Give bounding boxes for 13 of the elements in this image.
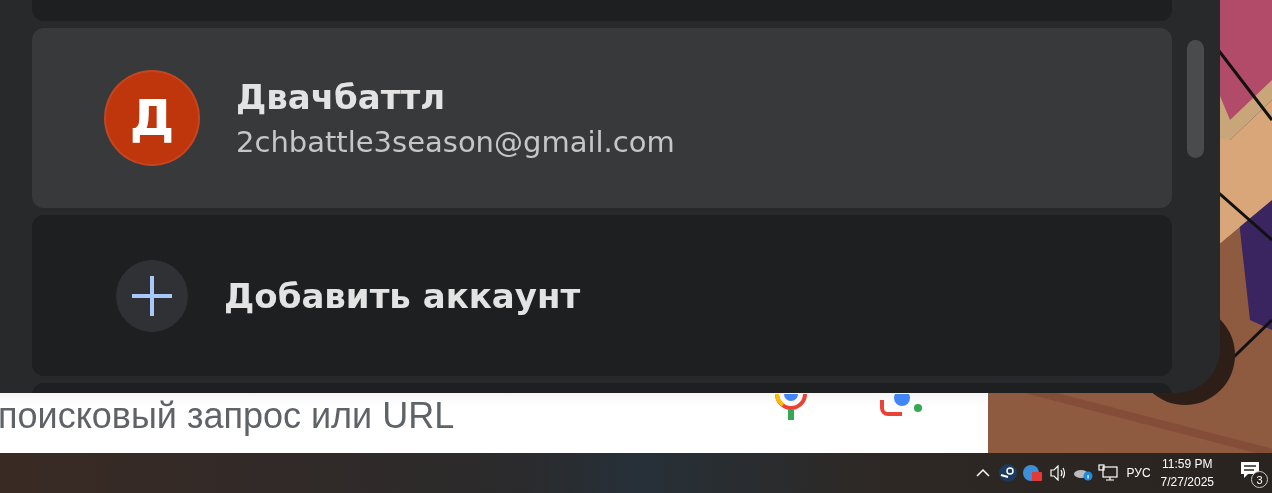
microphone-icon[interactable] bbox=[773, 394, 809, 420]
language-indicator[interactable]: РУС bbox=[1126, 466, 1151, 480]
plus-icon bbox=[116, 259, 188, 332]
notification-count: 3 bbox=[1251, 471, 1268, 488]
account-name: Двачбаттл bbox=[236, 77, 447, 117]
account-avatar: Д bbox=[104, 70, 200, 166]
add-account-button[interactable]: Добавить аккаунт bbox=[32, 215, 1172, 376]
clock-date[interactable]: 7/27/2025 bbox=[1160, 475, 1214, 489]
scrollbar-thumb[interactable] bbox=[1187, 40, 1204, 158]
search-placeholder: поисковый запрос или URL bbox=[0, 395, 455, 437]
clock-time[interactable]: 11:59 PM bbox=[1162, 457, 1213, 471]
account-item[interactable]: Д Двачбаттл 2chbattle3season@gmail.com bbox=[32, 28, 1172, 208]
account-email: 2chbattle3season@gmail.com bbox=[236, 125, 675, 159]
